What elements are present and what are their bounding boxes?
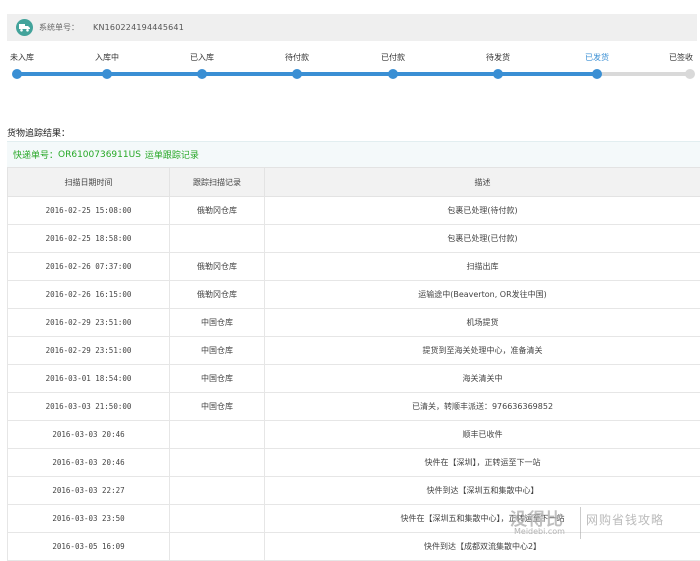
progress-step-dot [102,69,112,79]
progress-step-dot [388,69,398,79]
shipment-progress: 未入库 入库中 已入库 待付款 已付款 待发货 已发货 已签收 [0,48,700,88]
table-row: 2016-03-03 23:50 快件在【深圳五和集散中心】，正转运至下一站 [8,505,700,533]
tracking-table: 扫描日期时间 跟踪扫描记录 描述 2016-02-25 15:08:00俄勒冈仓… [7,167,700,561]
time-cell: 2016-02-29 23:51:00 [8,309,170,337]
column-header-location: 跟踪扫描记录 [170,168,265,197]
progress-track-segment [393,72,498,76]
progress-step-dot [197,69,207,79]
location-cell [170,533,265,561]
time-cell: 2016-03-03 23:50 [8,505,170,533]
table-row: 2016-03-03 20:46 快件在【深圳】，正转运至下一站 [8,449,700,477]
progress-step-label: 已发货 [585,52,609,63]
description-cell: 快件在【深圳五和集散中心】，正转运至下一站 [265,505,700,533]
time-cell: 2016-03-03 20:46 [8,421,170,449]
table-row: 2016-03-01 18:54:00中国仓库海关清关中 [8,365,700,393]
location-cell: 俄勒冈仓库 [170,197,265,225]
progress-track-segment [498,72,597,76]
time-cell: 2016-02-26 07:37:00 [8,253,170,281]
tracking-number-label: 快递单号： [13,148,58,161]
time-cell: 2016-03-03 20:46 [8,449,170,477]
table-row: 2016-03-03 20:46 顺丰已收件 [8,421,700,449]
progress-step-label: 已签收 [669,52,693,63]
progress-step-dot [592,69,602,79]
order-number-value: KN160224194445641 [93,23,184,32]
description-cell: 机场提货 [265,309,700,337]
progress-track-segment [202,72,297,76]
table-row: 2016-03-03 21:50:00中国仓库已清关，转顺丰派送：9766363… [8,393,700,421]
progress-step-dot [493,69,503,79]
table-row: 2016-02-25 15:08:00俄勒冈仓库包裹已处理(待付款) [8,197,700,225]
location-cell: 中国仓库 [170,365,265,393]
location-cell: 中国仓库 [170,337,265,365]
progress-step-dot [292,69,302,79]
time-cell: 2016-03-03 22:27 [8,477,170,505]
location-cell [170,421,265,449]
progress-track-segment [597,72,690,76]
location-cell: 俄勒冈仓库 [170,281,265,309]
description-cell: 已清关，转顺丰派送：976636369852 [265,393,700,421]
progress-step-label: 待付款 [285,52,309,63]
table-row: 2016-02-26 07:37:00俄勒冈仓库扫描出库 [8,253,700,281]
progress-step-label: 未入库 [10,52,34,63]
location-cell: 俄勒冈仓库 [170,253,265,281]
order-header: 系统单号： KN160224194445641 [7,14,697,41]
progress-step-dot [685,69,695,79]
section-title: 货物追踪结果： [7,126,70,139]
progress-step-dot [12,69,22,79]
description-cell: 提货到至海关处理中心，准备清关 [265,337,700,365]
location-cell [170,225,265,253]
description-cell: 顺丰已收件 [265,421,700,449]
progress-track-segment [107,72,202,76]
table-row: 2016-02-25 18:58:00 包裹已处理(已付款) [8,225,700,253]
description-cell: 扫描出库 [265,253,700,281]
progress-step-label: 入库中 [95,52,119,63]
table-row: 2016-03-05 16:09 快件到达【成都双流集散中心2】 [8,533,700,561]
time-cell: 2016-02-29 23:51:00 [8,337,170,365]
tracking-number-bar: 快递单号： OR6100736911US 运单跟踪记录 [7,141,700,167]
tracking-number-value: OR6100736911US [58,150,141,160]
time-cell: 2016-02-25 15:08:00 [8,197,170,225]
time-cell: 2016-02-25 18:58:00 [8,225,170,253]
progress-step-label: 已付款 [381,52,405,63]
progress-step-label: 已入库 [190,52,214,63]
progress-track-segment [17,72,107,76]
table-header-row: 扫描日期时间 跟踪扫描记录 描述 [8,168,700,197]
time-cell: 2016-02-26 16:15:00 [8,281,170,309]
table-row: 2016-02-29 23:51:00中国仓库提货到至海关处理中心，准备清关 [8,337,700,365]
description-cell: 快件到达【深圳五和集散中心】 [265,477,700,505]
description-cell: 包裹已处理(待付款) [265,197,700,225]
description-cell: 运输途中(Beaverton, OR发往中国) [265,281,700,309]
table-row: 2016-03-03 22:27 快件到达【深圳五和集散中心】 [8,477,700,505]
truck-logo-icon [16,19,33,36]
time-cell: 2016-03-03 21:50:00 [8,393,170,421]
table-row: 2016-02-29 23:51:00中国仓库机场提货 [8,309,700,337]
progress-step-label: 待发货 [486,52,510,63]
location-cell: 中国仓库 [170,393,265,421]
tracking-history-link[interactable]: 运单跟踪记录 [145,148,199,161]
progress-track-segment [297,72,393,76]
description-cell: 快件在【深圳】，正转运至下一站 [265,449,700,477]
time-cell: 2016-03-05 16:09 [8,533,170,561]
description-cell: 海关清关中 [265,365,700,393]
column-header-time: 扫描日期时间 [8,168,170,197]
column-header-description: 描述 [265,168,700,197]
description-cell: 快件到达【成都双流集散中心2】 [265,533,700,561]
location-cell [170,477,265,505]
description-cell: 包裹已处理(已付款) [265,225,700,253]
table-row: 2016-02-26 16:15:00俄勒冈仓库运输途中(Beaverton, … [8,281,700,309]
time-cell: 2016-03-01 18:54:00 [8,365,170,393]
location-cell [170,449,265,477]
location-cell: 中国仓库 [170,309,265,337]
order-number-label: 系统单号： [39,22,79,33]
location-cell [170,505,265,533]
